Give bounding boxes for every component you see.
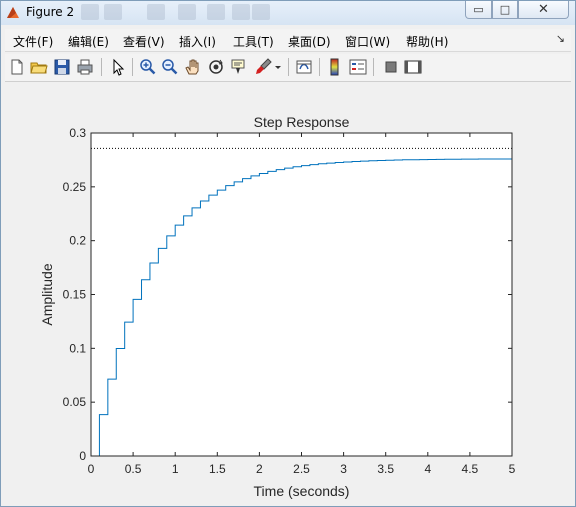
zoom-out-icon[interactable] bbox=[160, 57, 180, 77]
minimize-button[interactable]: ▭ bbox=[465, 1, 492, 19]
menu-bar: 文件(F) 编辑(E) 查看(V) 插入(I) 工具(T) 桌面(D) 窗口(W… bbox=[5, 29, 571, 52]
save-icon[interactable] bbox=[52, 57, 72, 77]
maximize-button[interactable]: □ bbox=[492, 1, 518, 19]
menu-desktop[interactable]: 桌面(D) bbox=[288, 33, 331, 50]
window-title: Figure 2 bbox=[26, 5, 75, 19]
y-tick-label: 0.1 bbox=[69, 341, 86, 355]
x-tick-label: 3.5 bbox=[377, 462, 394, 476]
x-tick-label: 1 bbox=[172, 462, 179, 476]
matlab-app-icon bbox=[7, 7, 19, 18]
menu-help[interactable]: 帮助(H) bbox=[406, 33, 448, 50]
step-response-plot[interactable]: 0 0.5 1 1.5 2 2.5 3 3.5 4 4.5 5 0 0.05 0.1 0.15 0.2 0.25… bbox=[5, 83, 571, 502]
y-axis-label: Amplitude bbox=[39, 263, 55, 325]
figure-window: Figure 2 ▭ □ ✕ 文件(F) 编辑(E) 查看(V) 插入(I) 工… bbox=[0, 0, 576, 507]
x-tick-label: 4 bbox=[424, 462, 431, 476]
menu-insert[interactable]: 插入(I) bbox=[179, 33, 216, 50]
chart-title: Step Response bbox=[254, 114, 350, 130]
menu-overflow-arrow-icon[interactable]: ↘ bbox=[556, 32, 565, 45]
menu-window[interactable]: 窗口(W) bbox=[345, 33, 390, 50]
brush-dropdown-icon[interactable] bbox=[273, 57, 283, 77]
x-tick-label: 2 bbox=[256, 462, 263, 476]
y-tick-label: 0 bbox=[79, 449, 86, 463]
y-tick-label: 0.2 bbox=[69, 234, 86, 248]
faded-title-icon bbox=[81, 4, 99, 20]
toolbar-separator bbox=[373, 58, 374, 76]
print-icon[interactable] bbox=[75, 57, 95, 77]
brush-icon[interactable] bbox=[253, 57, 273, 77]
menu-view[interactable]: 查看(V) bbox=[123, 33, 165, 50]
maximize-icon: □ bbox=[499, 3, 511, 16]
pan-hand-icon[interactable] bbox=[183, 57, 203, 77]
x-axis-label: Time (seconds) bbox=[254, 483, 350, 499]
rotate-3d-icon[interactable] bbox=[206, 57, 226, 77]
toolbar-separator bbox=[288, 58, 289, 76]
menu-tools[interactable]: 工具(T) bbox=[233, 33, 274, 50]
faded-title-icon bbox=[178, 4, 196, 20]
y-tick-label: 0.25 bbox=[63, 180, 87, 194]
open-file-icon[interactable] bbox=[29, 57, 49, 77]
x-tick-label: 5 bbox=[509, 462, 516, 476]
new-figure-icon[interactable] bbox=[7, 57, 27, 77]
y-tick-label: 0.15 bbox=[63, 288, 87, 302]
figure-canvas: 0 0.5 1 1.5 2 2.5 3 3.5 4 4.5 5 0 0.05 0.1 0.15 0.2 0.25… bbox=[5, 83, 571, 502]
faded-title-icon bbox=[232, 4, 250, 20]
toolbar-separator bbox=[101, 58, 102, 76]
toolbar-separator bbox=[319, 58, 320, 76]
x-tick-label: 0 bbox=[88, 462, 95, 476]
x-tick-label: 4.5 bbox=[462, 462, 479, 476]
x-tick-label: 0.5 bbox=[125, 462, 142, 476]
x-tick-label: 3 bbox=[340, 462, 347, 476]
minimize-icon: ▭ bbox=[473, 3, 484, 16]
menu-edit[interactable]: 编辑(E) bbox=[68, 33, 109, 50]
link-plot-icon[interactable] bbox=[294, 57, 314, 77]
show-plot-tools-icon[interactable] bbox=[403, 57, 423, 77]
zoom-in-icon[interactable] bbox=[138, 57, 158, 77]
select-arrow-icon[interactable] bbox=[108, 57, 128, 77]
colorbar-icon[interactable] bbox=[325, 57, 345, 77]
axes-background[interactable] bbox=[91, 133, 512, 456]
x-tick-label: 2.5 bbox=[293, 462, 310, 476]
title-bar[interactable]: Figure 2 ▭ □ ✕ bbox=[1, 1, 575, 25]
x-tick-label: 1.5 bbox=[209, 462, 226, 476]
menu-file[interactable]: 文件(F) bbox=[13, 33, 53, 50]
hide-plot-tools-icon[interactable] bbox=[381, 57, 401, 77]
figure-toolbar bbox=[5, 54, 571, 82]
faded-title-icon bbox=[252, 4, 270, 20]
faded-title-icon bbox=[104, 4, 122, 20]
y-tick-label: 0.3 bbox=[69, 126, 86, 140]
toolbar-separator bbox=[132, 58, 133, 76]
data-cursor-icon[interactable] bbox=[229, 57, 249, 77]
y-tick-label: 0.05 bbox=[63, 395, 87, 409]
close-button[interactable]: ✕ bbox=[518, 1, 569, 19]
faded-title-icon bbox=[207, 4, 225, 20]
close-icon: ✕ bbox=[538, 2, 549, 17]
legend-icon[interactable] bbox=[348, 57, 368, 77]
faded-title-icon bbox=[147, 4, 165, 20]
